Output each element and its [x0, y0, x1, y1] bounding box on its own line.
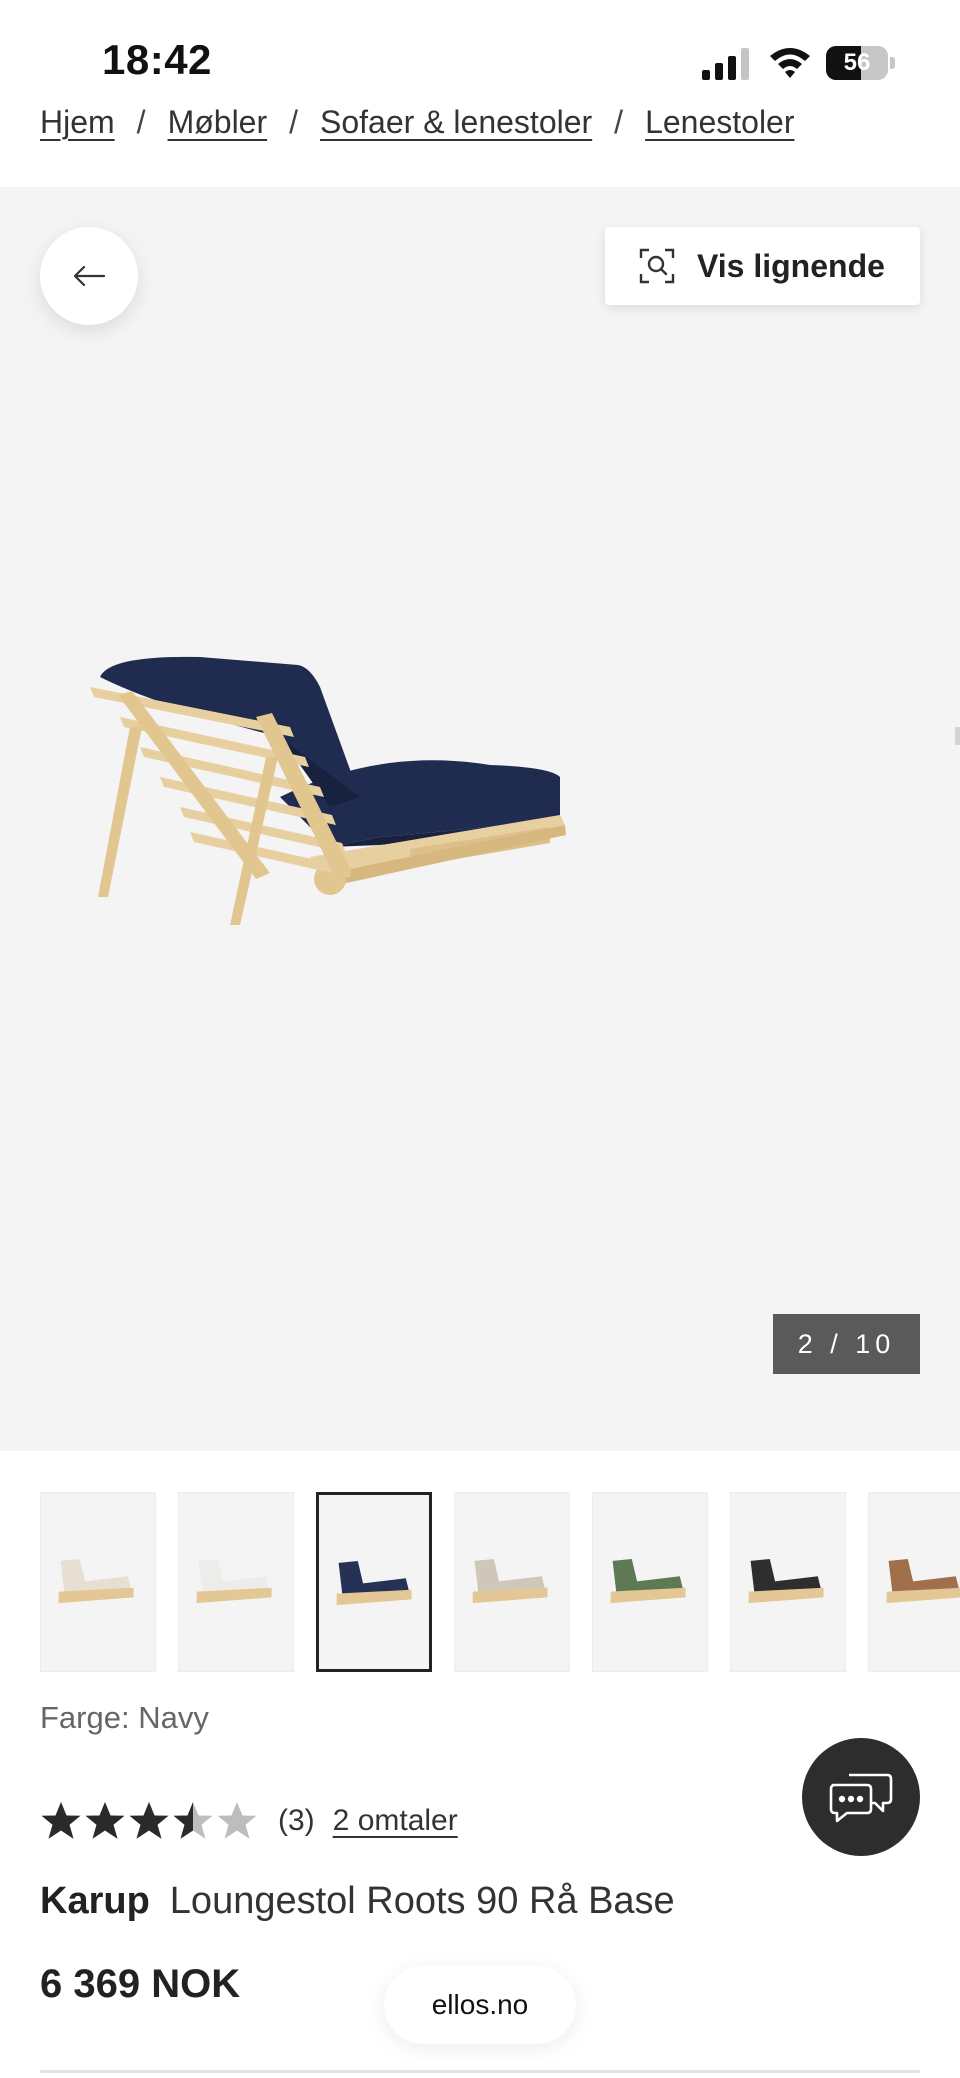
- breadcrumb-sofaer[interactable]: Sofaer & lenestoler: [320, 104, 592, 140]
- image-counter: 2 / 10: [773, 1314, 920, 1374]
- thumbnail-4[interactable]: [592, 1492, 708, 1672]
- divider: [40, 2070, 920, 2073]
- show-similar-button[interactable]: Vis lignende: [605, 227, 920, 305]
- product-name: Loungestol Roots 90 Rå Base: [169, 1880, 675, 1922]
- product-title: Karup Loungestol Roots 90 Rå Base: [40, 1880, 675, 1923]
- rating-count: (3): [278, 1804, 315, 1837]
- visual-search-icon: [639, 248, 675, 284]
- arrow-left-icon: [73, 265, 106, 287]
- next-image-peek: [955, 727, 960, 745]
- reviews-link[interactable]: 2 omtaler: [333, 1804, 458, 1838]
- product-image: [90, 656, 566, 925]
- star-icon: [85, 1802, 125, 1839]
- star-icon: [173, 1802, 213, 1839]
- star-icon: [41, 1802, 81, 1839]
- thumbnail-2[interactable]: [316, 1492, 432, 1672]
- show-similar-label: Vis lignende: [697, 247, 885, 284]
- breadcrumb: Hjem / Møbler / Sofaer & lenestoler / Lenestol…: [40, 104, 795, 141]
- battery-indicator: 56: [826, 46, 896, 80]
- product-brand[interactable]: Karup: [40, 1880, 150, 1922]
- breadcrumb-lenestoler[interactable]: Lenestoler: [645, 104, 794, 140]
- cellular-signal-icon: [702, 48, 749, 80]
- status-time: 18:42: [102, 36, 212, 83]
- chat-bubble-icon: [829, 1773, 893, 1823]
- wifi-icon: [770, 48, 810, 78]
- breadcrumb-separator: /: [614, 104, 624, 140]
- product-image-gallery[interactable]: Vis lignende 2 / 10: [0, 187, 960, 1451]
- star-icon: [217, 1802, 257, 1839]
- thumbnail-3[interactable]: [454, 1492, 570, 1672]
- chat-button[interactable]: [802, 1738, 920, 1856]
- color-label: Farge: Navy: [40, 1700, 209, 1735]
- color-thumbnails: [40, 1492, 960, 1674]
- breadcrumb-separator: /: [289, 104, 299, 140]
- status-bar: 18:42 56: [0, 0, 960, 120]
- back-button[interactable]: [40, 227, 138, 325]
- thumbnail-5[interactable]: [730, 1492, 846, 1672]
- rating-row: (3) 2 omtaler: [40, 1796, 458, 1846]
- star-icon: [129, 1802, 169, 1839]
- breadcrumb-separator: /: [136, 104, 146, 140]
- breadcrumb-mobler[interactable]: Møbler: [168, 104, 268, 140]
- battery-percent: 56: [843, 49, 871, 76]
- thumbnail-1[interactable]: [178, 1492, 294, 1672]
- breadcrumb-home[interactable]: Hjem: [40, 104, 115, 140]
- thumbnail-6[interactable]: [868, 1492, 960, 1672]
- star-rating: [40, 1800, 260, 1842]
- thumbnail-0[interactable]: [40, 1492, 156, 1672]
- product-price: 6 369 NOK: [40, 1962, 241, 2006]
- browser-domain-pill[interactable]: ellos.no: [384, 1966, 576, 2044]
